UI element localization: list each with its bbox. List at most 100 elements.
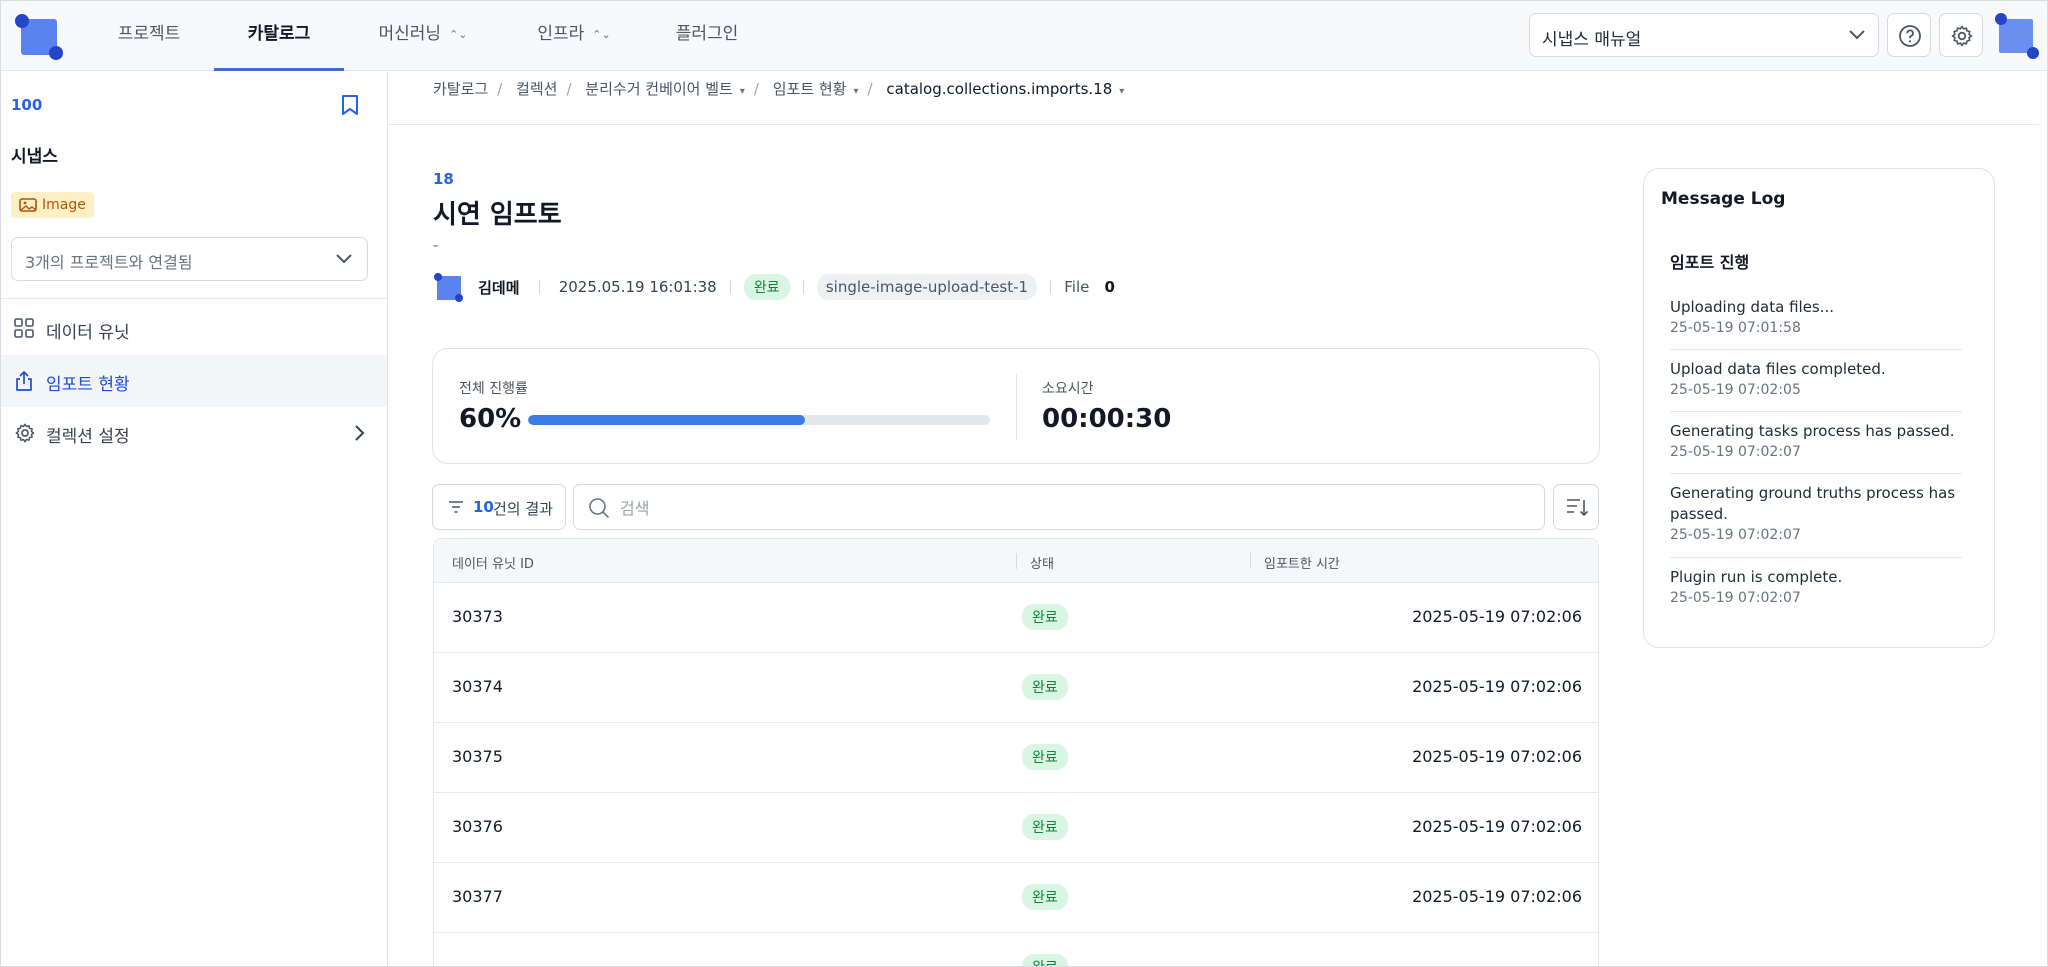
filter-icon — [449, 501, 463, 513]
chevron-down-icon: ▾ — [1119, 86, 1125, 97]
chevron-down-icon: ▾ — [739, 86, 745, 97]
upload-icon — [16, 371, 32, 391]
data-unit-id: 30373 — [452, 607, 503, 626]
sidebar-item-label: 임포트 현황 — [46, 375, 130, 395]
table-row[interactable]: 30375 완료 2025-05-19 07:02:06 — [434, 723, 1598, 793]
import-description: - — [433, 236, 439, 254]
sidebar-item-import-status[interactable]: 임포트 현황 — [1, 355, 387, 407]
sort-button[interactable] — [1553, 484, 1599, 530]
import-time: 2025-05-19 07:02:06 — [1412, 817, 1582, 836]
sidebar-divider — [1, 298, 387, 299]
column-header-import-time[interactable]: 임포트한 시간 — [1264, 553, 1340, 572]
author-name: 김데메 — [478, 278, 520, 297]
log-divider — [1670, 557, 1962, 558]
nav-tab-machine-learning[interactable]: 머신러닝 ⌃⌄ — [373, 1, 473, 71]
breadcrumb-item-import-status[interactable]: 임포트 현황 ▾ — [773, 78, 859, 99]
synapse-logo[interactable] — [13, 14, 63, 60]
image-icon — [19, 198, 37, 212]
bookmark-icon[interactable] — [341, 94, 359, 116]
table-row[interactable]: 30374 완료 2025-05-19 07:02:06 — [434, 653, 1598, 723]
data-type-badge: Image — [11, 192, 94, 218]
log-divider — [1670, 411, 1962, 412]
meta-divider — [1050, 280, 1052, 294]
sidebar-item-collection-settings[interactable]: 컬렉션 설정 — [1, 407, 387, 459]
nav-tab-label: 프로젝트 — [117, 24, 181, 44]
import-results-table: 데이터 유닛 ID 상태 임포트한 시간 30373 완료 2025-05-19… — [433, 538, 1599, 966]
meta-divider — [538, 280, 540, 294]
column-header-data-unit-id[interactable]: 데이터 유닛 ID — [452, 553, 534, 572]
column-header-status[interactable]: 상태 — [1030, 553, 1054, 572]
search-input[interactable] — [620, 495, 1520, 521]
elapsed-time-value: 00:00:30 — [1042, 404, 1172, 434]
sidebar-item-data-units[interactable]: 데이터 유닛 — [1, 303, 387, 355]
log-divider — [1670, 473, 1962, 474]
chevron-down-icon — [1849, 30, 1865, 40]
log-message: Plugin run is complete. — [1670, 568, 1843, 586]
chevron-updown-icon: ⌃⌄ — [592, 28, 611, 41]
search-icon — [589, 498, 610, 519]
status-badge: 완료 — [1022, 954, 1068, 966]
import-id: 18 — [433, 170, 454, 188]
data-unit-id: 30375 — [452, 747, 503, 766]
log-entry: Upload data files completed. 25-05-19 07… — [1670, 359, 1962, 398]
progress-bar — [528, 415, 990, 425]
data-unit-id: 30374 — [452, 677, 503, 696]
import-time: 2025-05-19 07:02:06 — [1412, 747, 1582, 766]
status-badge: 완료 — [1022, 884, 1068, 910]
help-icon — [1899, 25, 1921, 47]
linked-projects-select[interactable]: 3개의 프로젝트와 연결됨 — [11, 237, 368, 281]
collection-id: 100 — [11, 96, 43, 114]
table-row[interactable]: 30376 완료 2025-05-19 07:02:06 — [434, 793, 1598, 863]
log-message: Upload data files completed. — [1670, 360, 1886, 378]
author-avatar — [433, 272, 463, 302]
breadcrumb-item-current[interactable]: catalog.collections.imports.18 ▾ — [886, 80, 1124, 98]
breadcrumb-item-collection[interactable]: 분리수거 컨베이어 벨트 ▾ — [585, 78, 745, 99]
grid-icon — [14, 318, 34, 338]
import-meta: 김데메 2025.05.19 16:01:38 완료 single-image-… — [433, 272, 1115, 304]
settings-button[interactable] — [1939, 13, 1983, 57]
breadcrumb-divider — [389, 124, 2039, 125]
nav-tab-infra[interactable]: 인프라 ⌃⌄ — [529, 1, 619, 71]
manual-select[interactable]: 시냅스 매뉴얼 — [1529, 13, 1879, 57]
log-message: Generating ground truths process has pas… — [1670, 484, 1956, 523]
log-entry: Plugin run is complete. 25-05-19 07:02:0… — [1670, 567, 1962, 606]
search-box[interactable] — [573, 484, 1545, 530]
breadcrumb: 카탈로그 / 컬렉션 / 분리수거 컨베이어 벨트 ▾ / 임포트 현황 ▾ / catal… — [433, 78, 1125, 99]
table-row[interactable]: 30377 완료 2025-05-19 07:02:06 — [434, 863, 1598, 933]
chevron-down-icon: ▾ — [853, 86, 859, 97]
nav-tab-label: 머신러닝 — [378, 24, 442, 44]
user-avatar[interactable] — [1995, 13, 2039, 59]
message-log-subtitle: 임포트 진행 — [1670, 253, 1750, 272]
help-button[interactable] — [1887, 13, 1931, 57]
nav-tab-projects[interactable]: 프로젝트 — [107, 1, 191, 71]
linked-projects-value: 3개의 프로젝트와 연결됨 — [25, 253, 193, 272]
data-type-label: Image — [42, 197, 86, 213]
meta-divider — [729, 280, 731, 294]
gear-icon — [1951, 25, 1973, 47]
message-log-title: Message Log — [1661, 189, 1786, 209]
log-timestamp: 25-05-19 07:02:05 — [1670, 382, 1801, 398]
import-date: 2025.05.19 16:01:38 — [558, 278, 717, 296]
nav-tab-catalog[interactable]: 카탈로그 — [214, 1, 344, 71]
table-row[interactable]: 완료 — [434, 933, 1598, 966]
progress-bar-fill — [528, 415, 806, 425]
data-unit-id: 30376 — [452, 817, 503, 836]
sidebar: 100 시냅스 Image 3개의 프로젝트와 연결됨 데이터 유닛 임포트 현… — [1, 72, 388, 966]
message-log-panel: Message Log 임포트 진행 Uploading data files.… — [1643, 168, 1995, 648]
filter-button[interactable]: 10 건의 결과 — [432, 484, 566, 530]
file-label: File — [1064, 278, 1090, 296]
nav-tab-plugins[interactable]: 플러그인 — [669, 1, 745, 71]
nav-tab-label: 플러그인 — [675, 24, 739, 44]
chevron-right-icon — [355, 425, 365, 441]
breadcrumb-item-collections[interactable]: 컬렉션 — [516, 78, 557, 99]
file-count: 0 — [1104, 278, 1115, 296]
nav-tab-label: 인프라 — [537, 24, 585, 44]
table-row[interactable]: 30373 완료 2025-05-19 07:02:06 — [434, 583, 1598, 653]
manual-select-value: 시냅스 매뉴얼 — [1542, 30, 1642, 50]
status-badge: 완료 — [1022, 674, 1068, 700]
breadcrumb-item-catalog[interactable]: 카탈로그 — [433, 78, 488, 99]
breadcrumb-label: catalog.collections.imports.18 — [886, 80, 1113, 98]
page-title: 시연 임프토 — [433, 200, 562, 230]
sort-icon — [1567, 499, 1589, 517]
log-entry: Generating ground truths process has pas… — [1670, 483, 1962, 543]
